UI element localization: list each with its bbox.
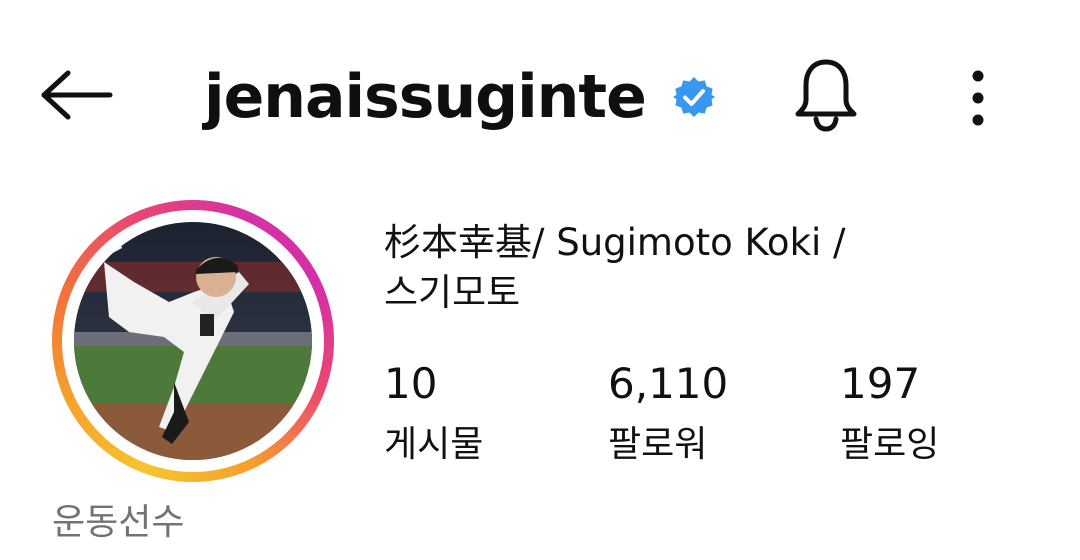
notifications-bell-button[interactable] xyxy=(786,52,866,136)
followers-label: 팔로워 xyxy=(608,424,708,465)
stat-followers[interactable]: 6,110 팔로워 xyxy=(608,358,728,470)
full-name-line-1: 杉本幸基/ Sugimoto Koki / xyxy=(384,221,846,264)
more-vertical-icon xyxy=(972,70,984,126)
following-count: 197 xyxy=(840,359,921,408)
back-button[interactable] xyxy=(36,60,116,130)
avatar[interactable] xyxy=(74,222,312,460)
username: jenaissuginte xyxy=(204,62,647,132)
stat-posts[interactable]: 10 게시물 xyxy=(384,358,483,470)
profile-header: jenaissuginte xyxy=(0,0,1080,180)
following-label: 팔로잉 xyxy=(840,424,940,465)
full-name-line-2: 스기모토 xyxy=(384,271,521,314)
full-name: 杉本幸基/ Sugimoto Koki / 스기모토 xyxy=(384,218,984,318)
more-options-button[interactable] xyxy=(948,58,1008,138)
profile-category: 운동선수 xyxy=(52,502,185,543)
avatar-photo-pitcher xyxy=(74,222,312,460)
posts-count: 10 xyxy=(384,359,438,408)
posts-label: 게시물 xyxy=(384,424,484,465)
username-title: jenaissuginte xyxy=(204,52,716,142)
avatar-story-ring[interactable] xyxy=(52,200,334,482)
bell-icon xyxy=(795,59,857,132)
followers-count: 6,110 xyxy=(608,359,729,408)
verified-badge-icon xyxy=(672,75,716,119)
stat-following[interactable]: 197 팔로잉 xyxy=(840,358,939,470)
back-arrow-icon xyxy=(41,70,113,120)
